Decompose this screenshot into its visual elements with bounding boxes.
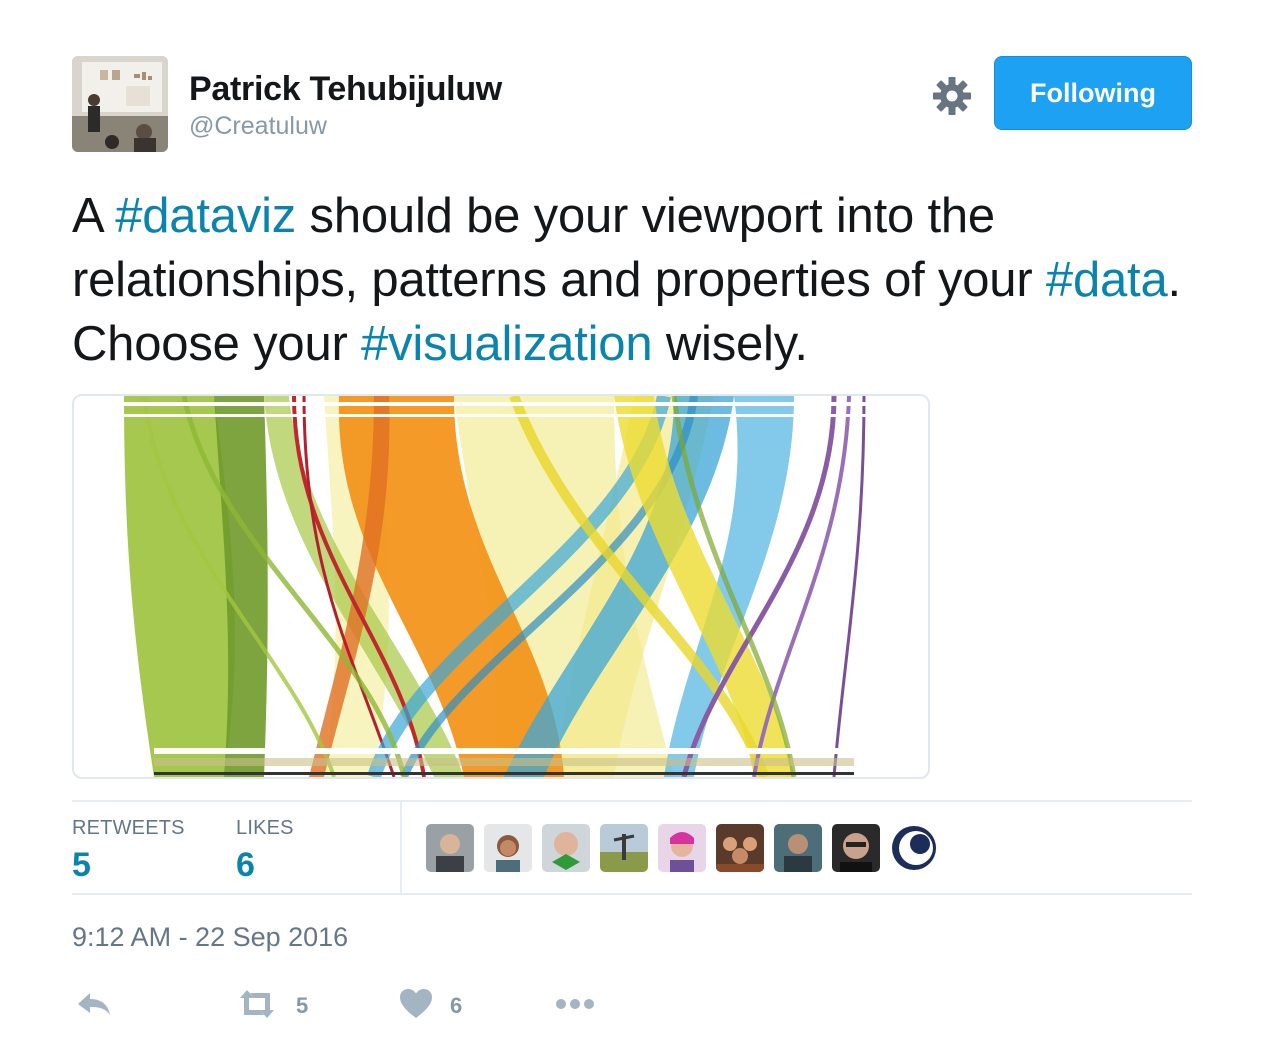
retweets-label[interactable]: RETWEETS (72, 817, 185, 840)
retweet-count[interactable]: 5 (296, 993, 308, 1019)
liker-avatar[interactable] (774, 824, 822, 872)
user-name[interactable]: Patrick Tehubijuluw (189, 70, 502, 109)
tweet-media-image[interactable] (72, 394, 930, 779)
alluvial-image (74, 396, 928, 777)
like-count[interactable]: 6 (450, 993, 462, 1019)
liker-avatar[interactable] (716, 824, 764, 872)
retweets-count[interactable]: 5 (72, 846, 91, 885)
retweet-icon[interactable] (236, 984, 278, 1024)
liker-avatar[interactable] (484, 824, 532, 872)
liker-avatar[interactable] (832, 824, 880, 872)
hashtag-dataviz[interactable]: #dataviz (115, 189, 296, 243)
tweet-text: A #dataviz should be your viewport into … (72, 184, 1182, 376)
tweet-text-part: A (72, 189, 116, 243)
liker-avatar[interactable] (890, 824, 938, 872)
heart-icon[interactable] (398, 984, 434, 1024)
liker-avatar[interactable] (542, 824, 590, 872)
hashtag-data[interactable]: #data (1046, 253, 1168, 307)
likes-label[interactable]: LIKES (236, 817, 294, 840)
gear-icon[interactable] (930, 74, 974, 118)
stats-bottom-divider (72, 893, 1192, 895)
user-avatar[interactable] (72, 56, 168, 152)
liker-avatar[interactable] (658, 824, 706, 872)
stats-vertical-divider (400, 801, 402, 893)
liker-avatar[interactable] (426, 824, 474, 872)
user-handle[interactable]: @Creatuluw (189, 112, 327, 141)
hashtag-visualization[interactable]: #visualization (361, 317, 653, 371)
liker-avatar[interactable] (600, 824, 648, 872)
stats-top-divider (72, 800, 1192, 802)
likes-count[interactable]: 6 (236, 846, 255, 885)
tweet-timestamp[interactable]: 9:12 AM - 22 Sep 2016 (72, 922, 348, 953)
tweet-header: Patrick Tehubijuluw @Creatuluw Following (72, 56, 1192, 152)
reply-icon[interactable] (74, 984, 114, 1024)
following-button[interactable]: Following (994, 56, 1192, 130)
more-icon[interactable] (554, 984, 598, 1024)
tweet-text-part: wisely. (652, 317, 808, 371)
